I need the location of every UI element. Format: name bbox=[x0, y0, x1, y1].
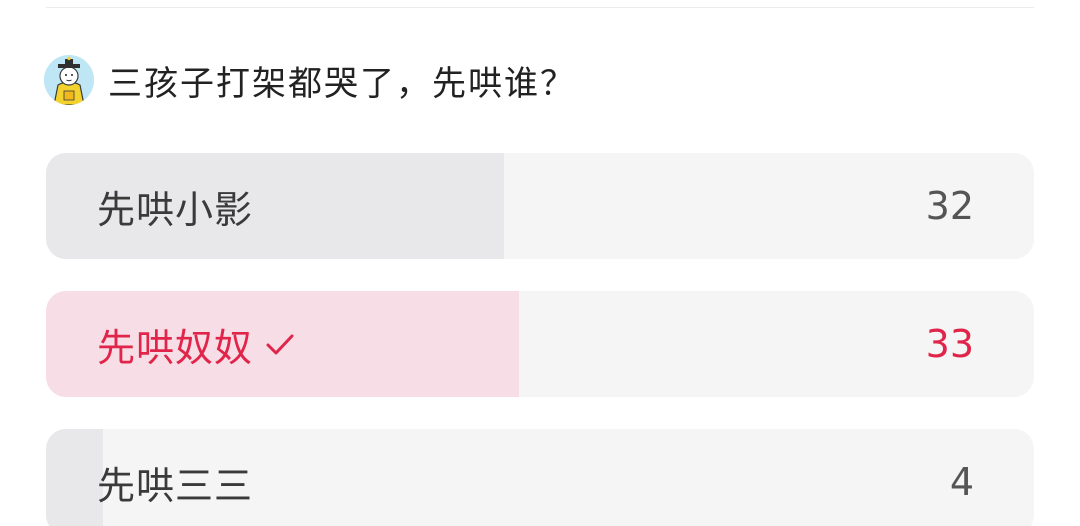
avatar[interactable] bbox=[44, 55, 94, 105]
vote-count: 33 bbox=[925, 322, 974, 366]
poll-card: 三孩子打架都哭了，先哄谁？ 先哄小影 32 先哄奴奴 33 先哄三三 4 bbox=[0, 0, 1080, 526]
option-label: 先哄奴奴 bbox=[97, 325, 254, 370]
top-divider bbox=[46, 7, 1034, 8]
option-label: 先哄小影 bbox=[97, 187, 254, 232]
poll-option-1[interactable]: 先哄小影 32 bbox=[46, 153, 1034, 259]
poll-option-2[interactable]: 先哄奴奴 33 bbox=[46, 291, 1034, 397]
poll-option-3[interactable]: 先哄三三 4 bbox=[46, 429, 1034, 526]
checkmark-icon bbox=[266, 334, 294, 355]
cartoon-emperor-avatar-icon bbox=[44, 55, 94, 105]
poll-question: 三孩子打架都哭了，先哄谁？ bbox=[108, 63, 576, 104]
option-label: 先哄三三 bbox=[97, 463, 254, 508]
vote-share-bar bbox=[46, 429, 104, 526]
vote-count: 32 bbox=[925, 184, 974, 228]
question-row: 三孩子打架都哭了，先哄谁？ bbox=[44, 53, 576, 107]
vote-count: 4 bbox=[949, 460, 974, 504]
